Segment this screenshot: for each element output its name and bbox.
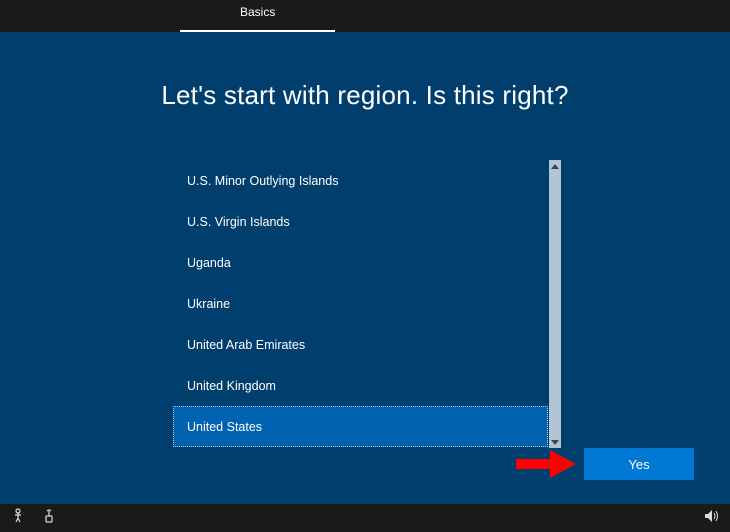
region-item[interactable]: Ukraine [173,283,548,324]
scroll-down-icon[interactable] [549,436,561,448]
bottom-bar [0,504,730,532]
top-bar: Basics [0,0,730,32]
yes-button[interactable]: Yes [584,448,694,480]
region-item-selected[interactable]: United States [173,406,548,447]
volume-icon[interactable] [704,509,720,528]
main-area: Let's start with region. Is this right? … [0,32,730,504]
bottom-left-icons [10,508,56,529]
region-item[interactable]: U.S. Minor Outlying Islands [173,160,548,201]
region-list[interactable]: U.S. Minor Outlying Islands U.S. Virgin … [173,160,548,448]
accessibility-icon[interactable] [10,508,26,529]
power-icon[interactable] [42,508,56,529]
callout-arrow-icon [516,448,578,480]
region-item[interactable]: U.S. Virgin Islands [173,201,548,242]
region-item[interactable]: United Kingdom [173,365,548,406]
scrollbar[interactable] [549,160,561,448]
tab-basics[interactable]: Basics [180,0,335,32]
tab-basics-label: Basics [240,5,275,19]
scroll-thumb[interactable] [549,172,561,436]
region-item[interactable]: United Arab Emirates [173,324,548,365]
page-title: Let's start with region. Is this right? [0,80,730,111]
region-list-container: U.S. Minor Outlying Islands U.S. Virgin … [173,160,561,448]
region-item[interactable]: Uganda [173,242,548,283]
scroll-up-icon[interactable] [549,160,561,172]
